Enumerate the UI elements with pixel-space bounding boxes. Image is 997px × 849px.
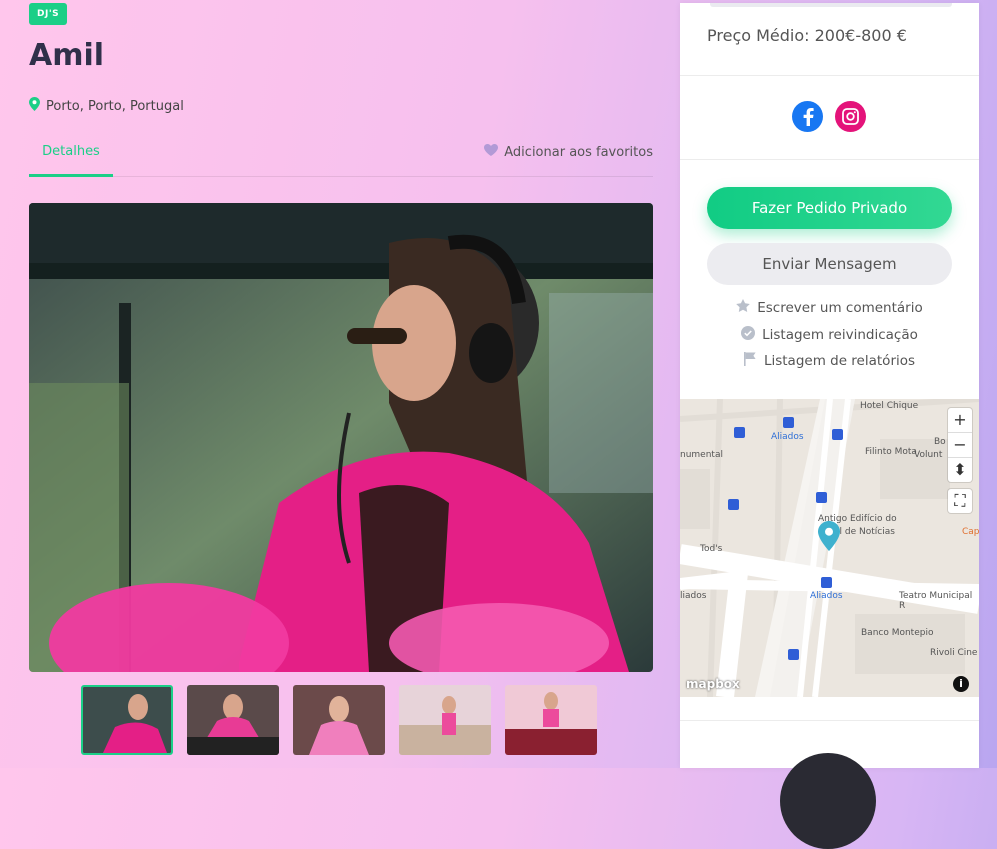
divider bbox=[680, 75, 979, 76]
location-map[interactable]: Hotel Chique Aliados Filinto Mota nument… bbox=[680, 399, 979, 697]
thumbnail[interactable] bbox=[187, 685, 279, 755]
check-circle-icon bbox=[741, 326, 756, 344]
map-label: numental bbox=[680, 450, 723, 460]
price-range: Preço Médio: 200€-800 € bbox=[707, 26, 907, 45]
facebook-icon[interactable] bbox=[792, 101, 823, 132]
mapbox-logo[interactable]: mapbox bbox=[686, 677, 740, 691]
thumbnail-strip bbox=[81, 685, 597, 755]
map-label: Hotel Chique bbox=[860, 401, 919, 411]
star-icon bbox=[736, 299, 751, 316]
map-label: Capa bbox=[962, 527, 979, 537]
flag-icon bbox=[743, 352, 757, 370]
write-review-link[interactable]: Escrever um comentário bbox=[680, 299, 979, 316]
map-label: Banco Montepio bbox=[861, 628, 934, 638]
map-pin-icon bbox=[29, 97, 40, 115]
compass-button[interactable]: ⬍ bbox=[948, 458, 972, 482]
bus-stop-icon bbox=[788, 649, 799, 660]
bus-stop-icon bbox=[821, 577, 832, 588]
private-request-button[interactable]: Fazer Pedido Privado bbox=[707, 187, 952, 229]
location-text: Porto, Porto, Portugal bbox=[46, 98, 184, 114]
map-zoom-controls: + − ⬍ bbox=[948, 408, 972, 482]
bus-stop-icon bbox=[734, 427, 745, 438]
fullscreen-button[interactable]: ⛶ bbox=[948, 489, 972, 513]
category-badge[interactable]: DJ'S bbox=[29, 3, 68, 25]
sidebar: Preço Médio: 200€-800 € Fazer Pedido Pri… bbox=[680, 3, 979, 849]
tab-details[interactable]: Detalhes bbox=[29, 140, 113, 177]
map-label: liados bbox=[680, 591, 707, 601]
divider bbox=[680, 720, 979, 721]
zoom-out-button[interactable]: − bbox=[948, 433, 972, 458]
map-label: Filinto Mota bbox=[865, 447, 917, 457]
zoom-in-button[interactable]: + bbox=[948, 408, 972, 433]
map-label: Aliados bbox=[771, 432, 804, 442]
map-label: Aliados bbox=[810, 591, 843, 601]
map-label: Volunt bbox=[914, 450, 943, 460]
map-label: Bo bbox=[934, 437, 946, 447]
map-label: Tod's bbox=[700, 544, 723, 554]
bus-stop-icon bbox=[816, 492, 827, 503]
claim-listing-label: Listagem reivindicação bbox=[762, 327, 918, 343]
bus-stop-icon bbox=[832, 429, 843, 440]
listing-title: Amil bbox=[29, 38, 105, 73]
claim-listing-link[interactable]: Listagem reivindicação bbox=[680, 326, 979, 344]
bus-stop-icon bbox=[783, 417, 794, 428]
write-review-label: Escrever um comentário bbox=[757, 299, 923, 316]
send-message-button[interactable]: Enviar Mensagem bbox=[707, 243, 952, 285]
report-listing-link[interactable]: Listagem de relatórios bbox=[680, 352, 979, 370]
divider bbox=[710, 3, 952, 7]
location-pin-icon bbox=[818, 521, 840, 555]
bus-stop-icon bbox=[728, 499, 739, 510]
favorite-button[interactable]: Adicionar aos favoritos bbox=[484, 144, 653, 160]
map-label: Rivoli Cine bbox=[930, 648, 978, 658]
favorite-label: Adicionar aos favoritos bbox=[504, 144, 653, 160]
thumbnail[interactable] bbox=[81, 685, 173, 755]
thumbnail[interactable] bbox=[399, 685, 491, 755]
thumbnail[interactable] bbox=[293, 685, 385, 755]
info-icon[interactable]: i bbox=[953, 676, 969, 692]
map-label: al de Notícias bbox=[834, 527, 895, 537]
location: Porto, Porto, Portugal bbox=[29, 97, 184, 115]
listing-tabs: Detalhes Adicionar aos favoritos bbox=[29, 140, 653, 177]
instagram-icon[interactable] bbox=[835, 101, 866, 132]
map-label: Teatro Municipal R bbox=[899, 591, 973, 611]
avatar bbox=[780, 753, 876, 849]
fullscreen-icon: ⛶ bbox=[954, 491, 966, 510]
main-photo[interactable] bbox=[29, 203, 653, 672]
thumbnail[interactable] bbox=[505, 685, 597, 755]
report-listing-label: Listagem de relatórios bbox=[763, 353, 916, 369]
heart-icon bbox=[484, 144, 499, 160]
divider bbox=[680, 159, 979, 160]
